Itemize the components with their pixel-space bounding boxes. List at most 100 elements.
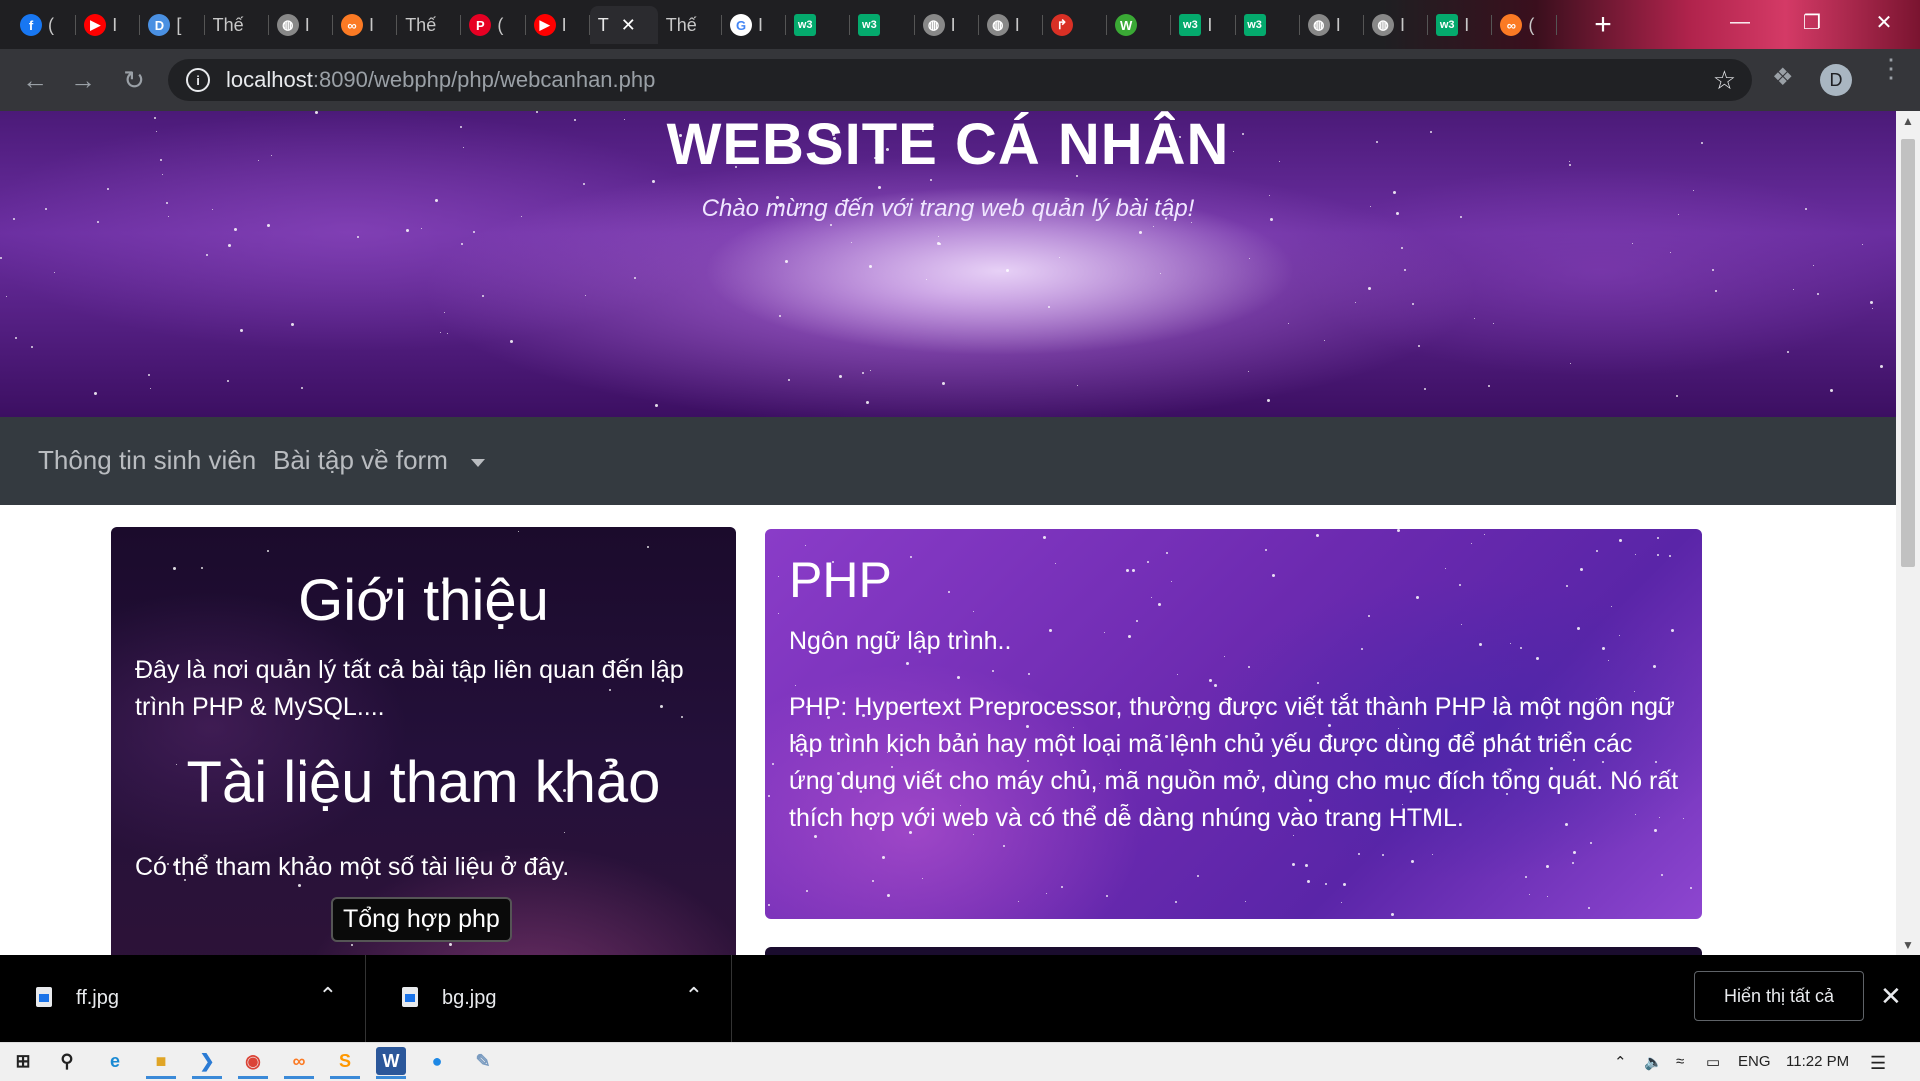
star-dot bbox=[564, 832, 565, 833]
browser-tab[interactable]: ∞ I bbox=[333, 6, 398, 44]
url-text[interactable]: localhost:8090/webphp/php/webcanhan.php bbox=[226, 67, 655, 93]
tray-chevron-up-icon[interactable]: ⌃ bbox=[1614, 1053, 1627, 1071]
address-bar[interactable]: i localhost:8090/webphp/php/webcanhan.ph… bbox=[168, 59, 1752, 101]
chrome-icon[interactable]: ◉ bbox=[238, 1047, 268, 1079]
notifications-icon[interactable]: ☰ bbox=[1870, 1053, 1886, 1074]
language-indicator[interactable]: ENG bbox=[1738, 1053, 1771, 1070]
minimize-button[interactable]: — bbox=[1704, 0, 1776, 44]
browser-tab[interactable]: f( bbox=[12, 6, 77, 44]
bookmark-star-icon[interactable]: ☆ bbox=[1713, 65, 1736, 96]
star-dot bbox=[461, 243, 463, 245]
search-icon[interactable]: ⚲ bbox=[52, 1047, 82, 1075]
star-dot bbox=[1272, 574, 1275, 577]
browser-tab[interactable]: ∞( bbox=[1492, 6, 1557, 44]
new-tab-button[interactable]: + bbox=[1583, 6, 1623, 44]
star-dot bbox=[31, 346, 33, 348]
browser-tab[interactable]: ◍ I bbox=[979, 6, 1043, 44]
windows-start-icon[interactable]: ⊞ bbox=[8, 1047, 38, 1075]
browser-tab[interactable]: w3 bbox=[786, 6, 851, 44]
tab-title: I bbox=[561, 14, 567, 35]
star-dot bbox=[1046, 893, 1047, 894]
tab-title: Thế bbox=[665, 14, 697, 35]
browser-tab[interactable]: GI bbox=[722, 6, 787, 44]
star-dot bbox=[1715, 290, 1717, 292]
globe-icon: ◍ bbox=[1372, 14, 1394, 36]
star-dot bbox=[1305, 864, 1308, 867]
star-dot bbox=[1128, 635, 1131, 638]
paint-icon[interactable]: ✎ bbox=[468, 1047, 498, 1075]
star-dot bbox=[992, 670, 994, 672]
volume-icon[interactable]: 🔈 bbox=[1644, 1053, 1663, 1071]
browser-tab[interactable]: ◍ I bbox=[269, 6, 333, 44]
download-item[interactable]: bg.jpg ⌃ bbox=[366, 955, 732, 1042]
chevron-up-icon[interactable]: ⌃ bbox=[685, 983, 703, 1009]
browser-tab[interactable]: w3 I bbox=[1171, 6, 1236, 44]
edge-icon[interactable]: e bbox=[100, 1047, 130, 1075]
browser-tab[interactable]: ▶ I bbox=[76, 6, 141, 44]
clock[interactable]: 11:22 PM bbox=[1786, 1053, 1849, 1070]
w3schools-icon: w3 bbox=[858, 14, 881, 36]
star-dot bbox=[870, 370, 871, 371]
star-dot bbox=[1175, 901, 1177, 903]
battery-icon[interactable]: ▭ bbox=[1706, 1053, 1720, 1071]
page-scrollbar[interactable]: ▲ ▼ bbox=[1896, 111, 1920, 955]
browser-tab[interactable]: ▶ I bbox=[526, 6, 590, 44]
star-dot bbox=[1461, 624, 1462, 625]
scroll-thumb[interactable] bbox=[1901, 139, 1915, 567]
browser-tab[interactable]: W bbox=[1107, 6, 1172, 44]
nav-link-student-info[interactable]: Thông tin sinh viên bbox=[38, 445, 256, 476]
close-window-button[interactable]: ✕ bbox=[1848, 0, 1920, 44]
forward-icon[interactable]: → bbox=[66, 63, 100, 97]
restore-button[interactable]: ❐ bbox=[1776, 0, 1848, 44]
browser-tab[interactable]: ◍ I bbox=[1300, 6, 1364, 44]
star-dot bbox=[1546, 865, 1549, 868]
browser-tab[interactable]: T ✕ bbox=[589, 6, 658, 44]
vscode-icon[interactable]: ❯ bbox=[192, 1047, 222, 1079]
back-icon[interactable]: ← bbox=[18, 63, 52, 97]
scroll-up-arrow-icon[interactable]: ▲ bbox=[1896, 111, 1920, 131]
browser-tab[interactable]: P( bbox=[461, 6, 526, 44]
star-dot bbox=[1484, 534, 1485, 535]
scroll-down-arrow-icon[interactable]: ▼ bbox=[1896, 935, 1920, 955]
star-dot bbox=[1479, 643, 1482, 646]
tab-close-icon[interactable]: ✕ bbox=[621, 15, 636, 36]
browser-menu-icon[interactable]: ⋮ bbox=[1878, 55, 1904, 81]
browser-tab[interactable]: Thế bbox=[397, 6, 462, 44]
php-summary-button[interactable]: Tổng hợp php bbox=[331, 897, 512, 942]
close-icon[interactable]: ✕ bbox=[1880, 981, 1902, 1012]
show-all-downloads-button[interactable]: Hiển thị tất cả bbox=[1694, 971, 1864, 1021]
file-explorer-icon[interactable]: ■ bbox=[146, 1047, 176, 1079]
browser-tab[interactable]: Thế bbox=[658, 6, 722, 44]
word-icon[interactable]: W bbox=[376, 1047, 406, 1079]
extensions-puzzle-icon[interactable]: ❖ bbox=[1772, 63, 1794, 92]
dropdown-caret-icon[interactable] bbox=[471, 459, 485, 467]
url-path: :8090/webphp/php/webcanhan.php bbox=[312, 67, 656, 92]
sublime-icon[interactable]: S bbox=[330, 1047, 360, 1079]
intro-card: Giới thiệu Đây là nơi quản lý tất cả bài… bbox=[111, 527, 736, 955]
browser-tab[interactable]: Thế bbox=[205, 6, 269, 44]
chevron-up-icon[interactable]: ⌃ bbox=[319, 983, 337, 1009]
star-dot bbox=[1248, 371, 1249, 372]
w3schools-icon: w3 bbox=[1436, 14, 1459, 36]
star-dot bbox=[583, 183, 585, 185]
browser-tab[interactable]: w3 bbox=[850, 6, 915, 44]
browser-tab[interactable]: w3 bbox=[1236, 6, 1300, 44]
site-info-icon[interactable]: i bbox=[186, 68, 210, 92]
zalo-icon[interactable]: ● bbox=[422, 1047, 452, 1075]
browser-tab[interactable]: w3 I bbox=[1428, 6, 1493, 44]
browser-tab[interactable]: D[ bbox=[140, 6, 205, 44]
browser-tab[interactable]: ◍ I bbox=[915, 6, 979, 44]
star-dot bbox=[1003, 845, 1005, 847]
download-filename: bg.jpg bbox=[442, 987, 497, 1009]
wifi-icon[interactable]: ≈ bbox=[1676, 1053, 1684, 1070]
star-dot bbox=[518, 531, 519, 532]
nav-link-form-exercises[interactable]: Bài tập về form bbox=[273, 445, 448, 476]
reload-icon[interactable]: ↻ bbox=[117, 63, 151, 97]
star-dot bbox=[1445, 568, 1446, 569]
star-dot bbox=[1307, 880, 1310, 883]
browser-tab[interactable]: ↱ bbox=[1043, 6, 1108, 44]
browser-tab[interactable]: ◍ I bbox=[1364, 6, 1429, 44]
download-item[interactable]: ff.jpg ⌃ bbox=[0, 955, 366, 1042]
profile-avatar[interactable]: D bbox=[1820, 64, 1852, 96]
xampp-icon[interactable]: ∞ bbox=[284, 1047, 314, 1079]
